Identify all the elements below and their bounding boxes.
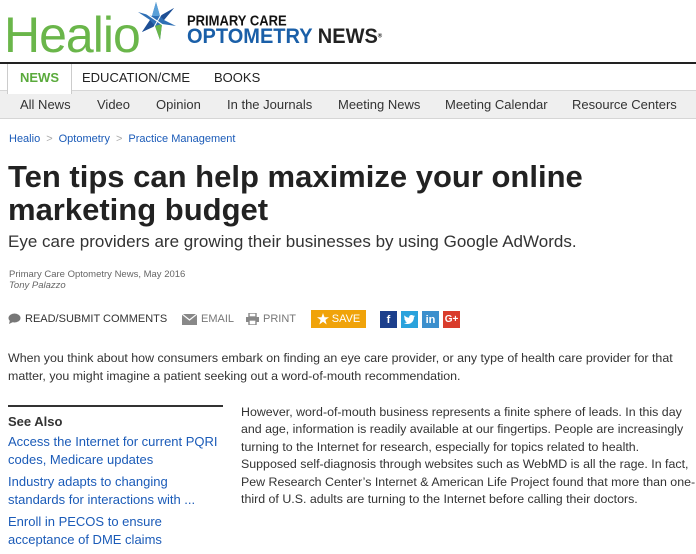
email-button[interactable]: EMAIL xyxy=(182,310,234,328)
subnav-video[interactable]: Video xyxy=(97,91,130,118)
see-also-link[interactable]: Industry adapts to changing standards fo… xyxy=(8,473,223,509)
top-navigation: NEWS EDUCATION/CME BOOKS xyxy=(0,62,696,94)
facebook-icon: f xyxy=(386,313,391,326)
read-submit-comments-button[interactable]: READ/SUBMIT COMMENTS xyxy=(8,310,167,328)
subnav-meeting-calendar[interactable]: Meeting Calendar xyxy=(445,91,548,118)
star-icon xyxy=(316,313,329,325)
comment-icon xyxy=(8,313,21,324)
subnav-resource-centers[interactable]: Resource Centers xyxy=(572,91,677,118)
article-title: Ten tips can help maximize your online m… xyxy=(8,159,583,227)
linkedin-icon: in xyxy=(425,313,436,326)
breadcrumb-optometry[interactable]: Optometry xyxy=(59,133,110,145)
healio-logo[interactable]: Healio xyxy=(4,4,141,63)
save-button[interactable]: SAVE xyxy=(311,310,366,328)
subnav-all-news[interactable]: All News xyxy=(20,91,71,118)
article-body-paragraph: However, word-of-mouth business represen… xyxy=(241,405,696,507)
article-intro-paragraph: When you think about how consumers embar… xyxy=(8,351,673,383)
twitter-share-button[interactable] xyxy=(401,311,418,328)
twitter-icon xyxy=(404,315,415,324)
healio-star-icon xyxy=(138,2,176,40)
comments-label: READ/SUBMIT COMMENTS xyxy=(25,313,168,325)
email-label: EMAIL xyxy=(201,313,235,325)
see-also-heading: See Also xyxy=(8,414,63,429)
printer-icon xyxy=(246,313,259,325)
article-source: Primary Care Optometry News, May 2016 xyxy=(9,269,186,280)
article-actions: READ/SUBMIT COMMENTS EMAIL PRINT SAVE f … xyxy=(8,310,468,330)
healio-wordmark: Healio xyxy=(4,7,141,63)
article-author: Tony Palazzo xyxy=(9,280,66,291)
breadcrumb-separator: > xyxy=(46,133,53,145)
sub-navigation: All News Video Opinion In the Journals M… xyxy=(0,90,696,119)
topnav-books[interactable]: BOOKS xyxy=(214,64,260,92)
print-label: PRINT xyxy=(263,313,296,325)
breadcrumb: Healio > Optometry > Practice Management xyxy=(9,133,235,145)
article-subtitle: Eye care providers are growing their bus… xyxy=(8,232,577,251)
article-meta: Primary Care Optometry News, May 2016 To… xyxy=(9,269,185,291)
topnav-news[interactable]: NEWS xyxy=(7,64,72,94)
publication-logo-news: NEWS xyxy=(317,24,378,48)
breadcrumb-separator: > xyxy=(115,133,123,145)
googleplus-icon: G+ xyxy=(444,314,459,325)
subnav-in-the-journals[interactable]: In the Journals xyxy=(227,91,312,118)
save-label: SAVE xyxy=(331,313,361,325)
googleplus-share-button[interactable]: G+ xyxy=(443,311,460,328)
see-also-box: See Also Access the Internet for current… xyxy=(8,405,223,549)
publication-logo-optometry: OPTOMETRY xyxy=(187,24,313,48)
print-button[interactable]: PRINT xyxy=(246,310,296,328)
subnav-opinion[interactable]: Opinion xyxy=(156,91,201,118)
subnav-meeting-news[interactable]: Meeting News xyxy=(338,91,420,118)
breadcrumb-healio[interactable]: Healio xyxy=(9,133,40,145)
breadcrumb-practice-management[interactable]: Practice Management xyxy=(128,133,235,145)
publication-logo[interactable]: PRIMARY CARE OPTOMETRY NEWS® xyxy=(187,13,383,48)
facebook-share-button[interactable]: f xyxy=(380,311,397,328)
topnav-education-cme[interactable]: EDUCATION/CME xyxy=(82,64,190,92)
envelope-icon xyxy=(182,313,197,325)
see-also-link[interactable]: Enroll in PECOS to ensure acceptance of … xyxy=(8,513,223,549)
site-header: Healio PRIMARY CARE OPTOMETRY NEWS® xyxy=(0,0,696,62)
see-also-link[interactable]: Access the Internet for current PQRI cod… xyxy=(8,433,223,469)
registered-mark: ® xyxy=(377,33,383,40)
linkedin-share-button[interactable]: in xyxy=(422,311,439,328)
